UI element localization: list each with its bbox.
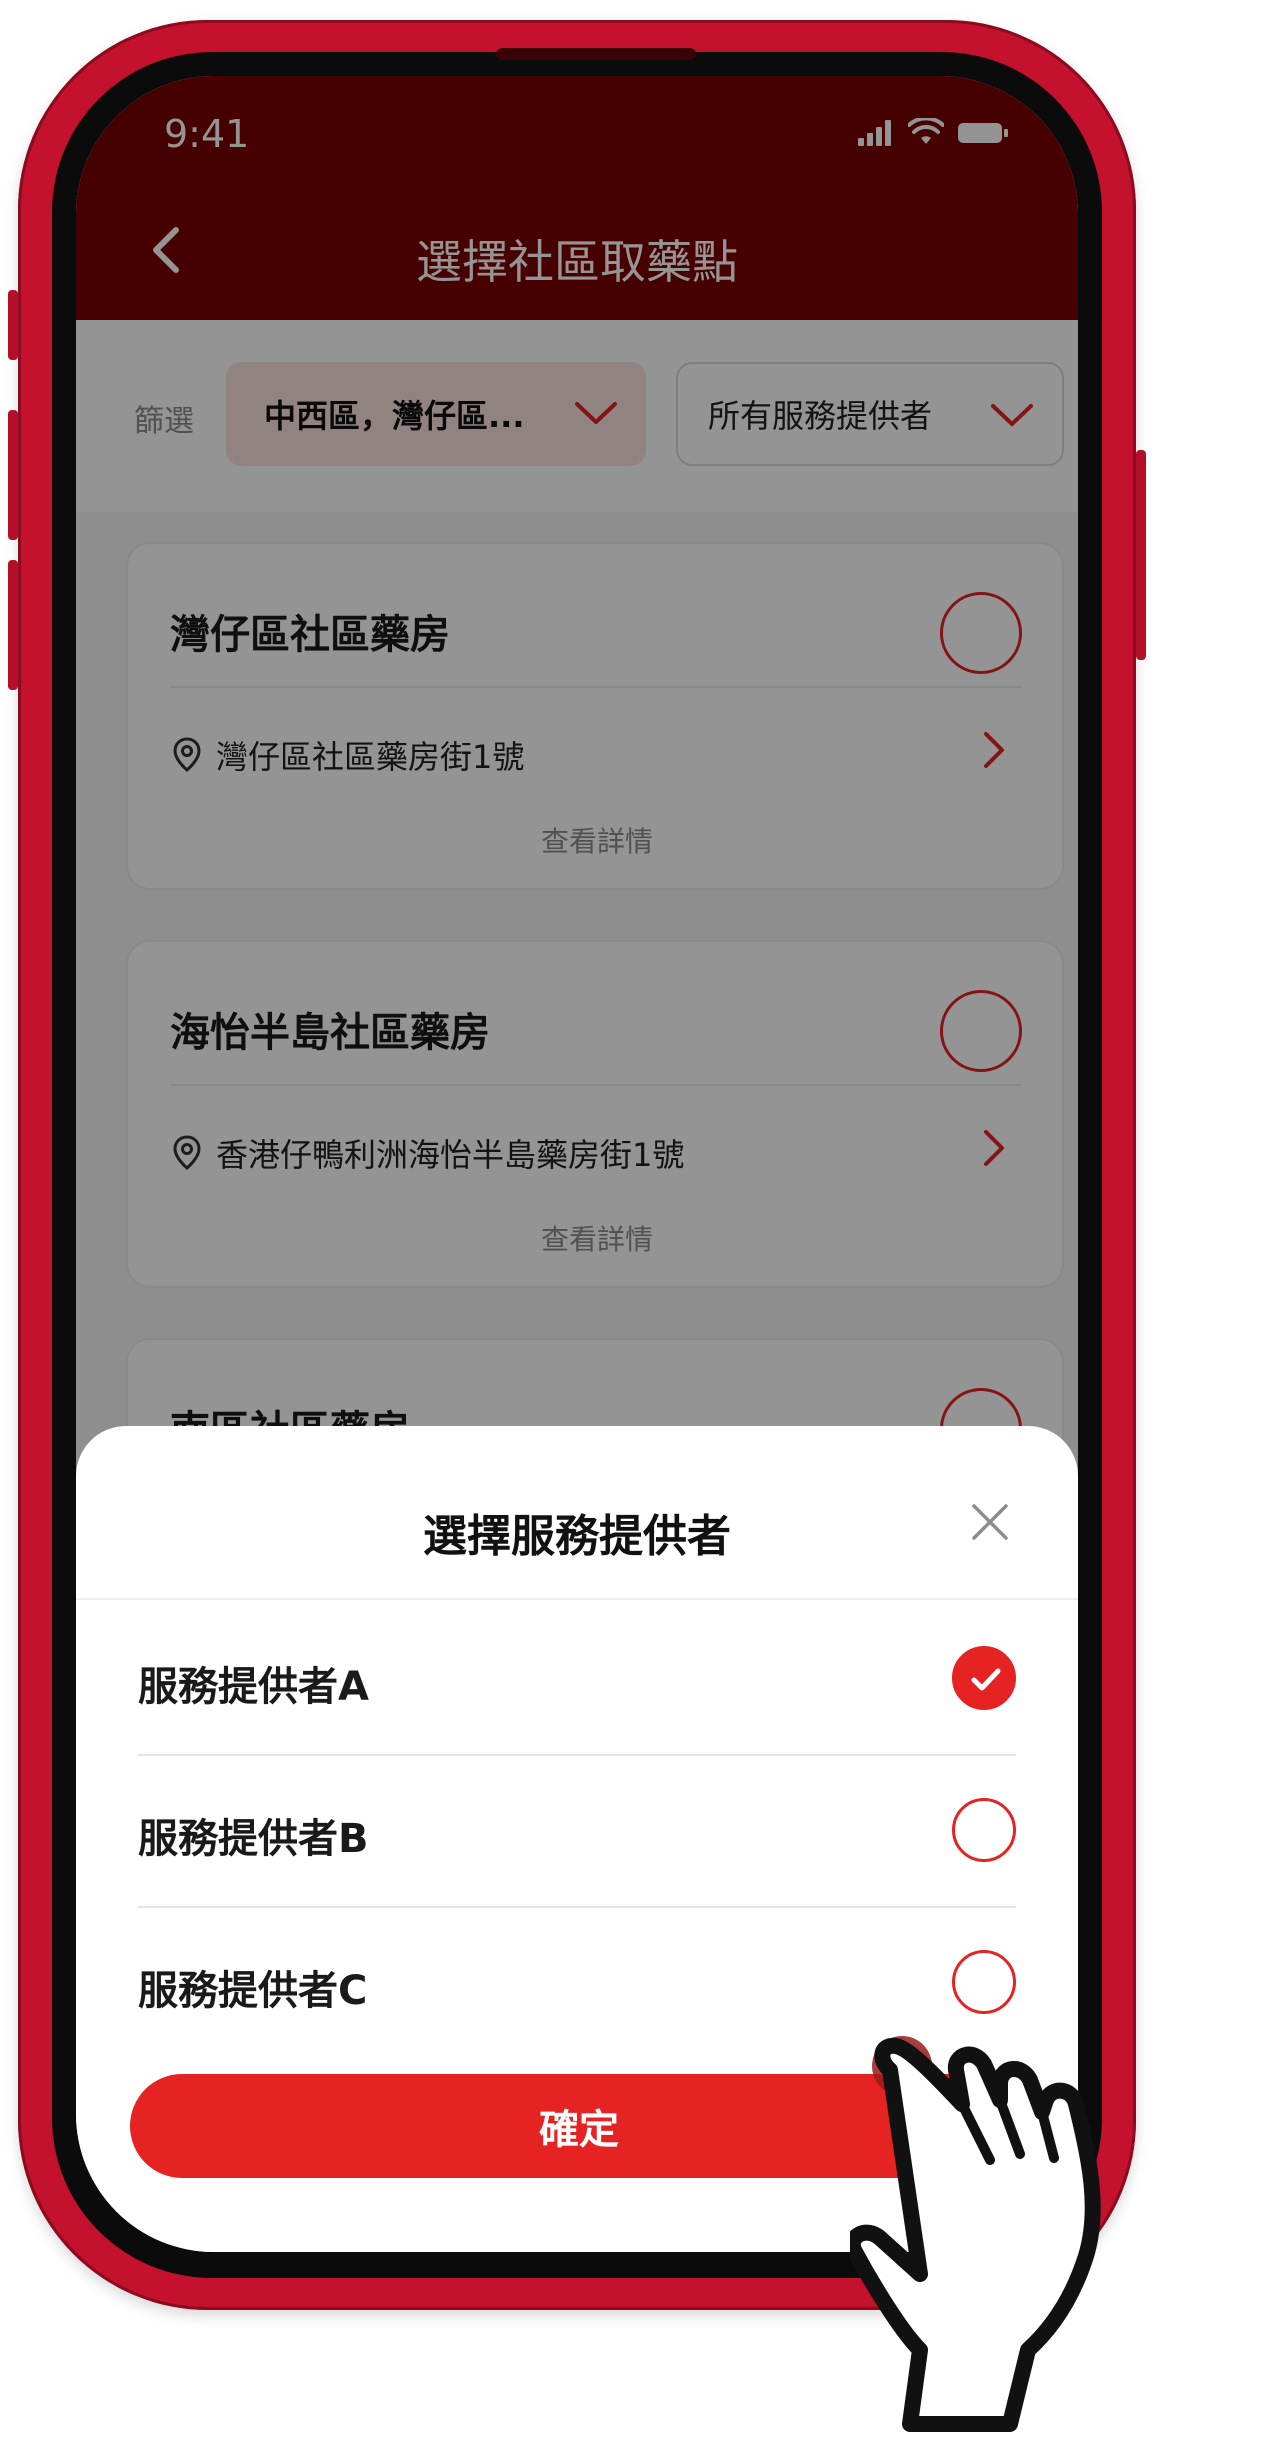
provider-option[interactable]: 服務提供者B <box>138 1756 1016 1908</box>
provider-radio-selected[interactable] <box>952 1646 1016 1710</box>
power-button <box>1136 450 1146 660</box>
check-icon <box>971 1668 1001 1691</box>
provider-option[interactable]: 服務提供者A <box>138 1604 1016 1756</box>
provider-option-label: 服務提供者B <box>138 1816 369 1862</box>
sheet-title: 選擇服務提供者 <box>423 1511 731 1562</box>
app-screen: 9:41 選擇社區取藥點 篩選 中西區，灣仔區... 所有服務提供者 灣仔區社區… <box>76 76 1078 2252</box>
mute-switch <box>8 290 18 360</box>
provider-radio[interactable] <box>952 1950 1016 2014</box>
sheet-divider <box>76 1598 1078 1600</box>
provider-radio[interactable] <box>952 1798 1016 1862</box>
close-button[interactable] <box>962 1494 1018 1550</box>
provider-option-label: 服務提供者C <box>138 1968 368 2014</box>
provider-option-label: 服務提供者A <box>138 1664 369 1710</box>
phone-frame: 9:41 選擇社區取藥點 篩選 中西區，灣仔區... 所有服務提供者 灣仔區社區… <box>8 20 1146 2310</box>
speaker-grille <box>496 48 696 60</box>
close-icon <box>972 1504 1008 1540</box>
hand-pointer-icon <box>850 2036 1101 2432</box>
volume-down-button <box>8 560 18 690</box>
volume-up-button <box>8 410 18 540</box>
